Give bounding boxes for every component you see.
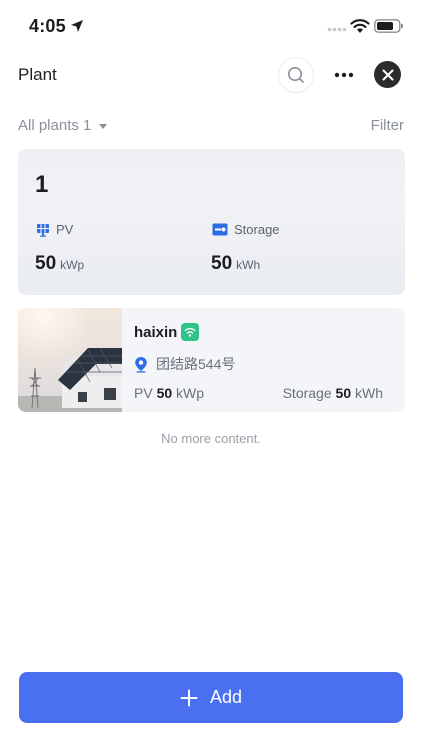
plant-thumbnail-image: [18, 308, 122, 412]
plant-card[interactable]: haixin 团结路544号 PV 50 kWp Storage 50 kWh: [18, 308, 405, 412]
plant-address-text: 团结路544号: [156, 356, 236, 372]
close-button[interactable]: [374, 61, 401, 88]
pv-total-number: 50: [35, 253, 57, 274]
caret-down-icon: [99, 124, 108, 129]
location-pin-icon: [135, 356, 147, 373]
pv-total-unit: kWp: [60, 258, 85, 272]
list-end-text: No more content.: [161, 431, 261, 446]
storage-total-value: 50 kWh: [211, 253, 260, 275]
plant-pv-label: PV: [134, 385, 153, 401]
plant-list-screen: 4:05 Plant All plants 1 Filter 1 PV Stor…: [0, 0, 422, 750]
plant-pv-value: 50: [156, 385, 173, 401]
all-plants-dropdown[interactable]: All plants 1: [18, 117, 108, 134]
status-bar: 4:05: [0, 0, 422, 52]
pv-total-value: 50 kWp: [35, 253, 84, 275]
summary-card: 1 PV Storage 50 kWp 50 kWh: [18, 149, 405, 295]
storage-battery-icon: [212, 223, 228, 236]
add-plant-button[interactable]: Add: [19, 672, 403, 723]
storage-total-number: 50: [211, 253, 233, 274]
wifi-online-icon: [184, 328, 196, 337]
battery-icon: [374, 19, 403, 33]
plant-storage-value: 50: [335, 385, 352, 401]
location-arrow-icon: [71, 20, 83, 32]
more-button[interactable]: [330, 61, 358, 89]
signal-dots-icon: [327, 27, 347, 32]
online-status-badge: [181, 323, 199, 341]
close-icon: [382, 69, 393, 80]
storage-label-text: Storage: [234, 222, 280, 237]
solar-panel-icon: [37, 223, 49, 237]
search-icon: [288, 67, 304, 83]
status-time: 4:05: [29, 16, 66, 36]
plus-icon: [180, 689, 198, 706]
add-button-label: Add: [209, 687, 243, 707]
search-button[interactable]: [278, 57, 314, 93]
storage-metric-label: Storage: [212, 222, 280, 237]
filter-button[interactable]: Filter: [371, 117, 404, 134]
pv-label-text: PV: [56, 222, 74, 237]
plant-storage-label: Storage: [282, 385, 332, 401]
plant-storage-unit: kWh: [355, 385, 383, 401]
plant-address: 团结路544号: [134, 354, 235, 374]
plant-name: haixin: [134, 324, 178, 341]
all-plants-label: All plants 1: [18, 117, 92, 134]
wifi-icon: [350, 19, 370, 33]
storage-total-unit: kWh: [236, 258, 261, 272]
plant-count: 1: [35, 171, 49, 198]
filter-row: All plants 1 Filter: [18, 117, 404, 137]
more-icon: [334, 72, 354, 78]
plant-storage-capacity: Storage 50 kWh: [283, 385, 383, 401]
pv-metric-label: PV: [36, 222, 73, 237]
plant-pv-unit: kWp: [176, 385, 205, 401]
page-title: Plant: [18, 65, 57, 84]
plant-pv-capacity: PV 50 kWp: [134, 385, 204, 401]
